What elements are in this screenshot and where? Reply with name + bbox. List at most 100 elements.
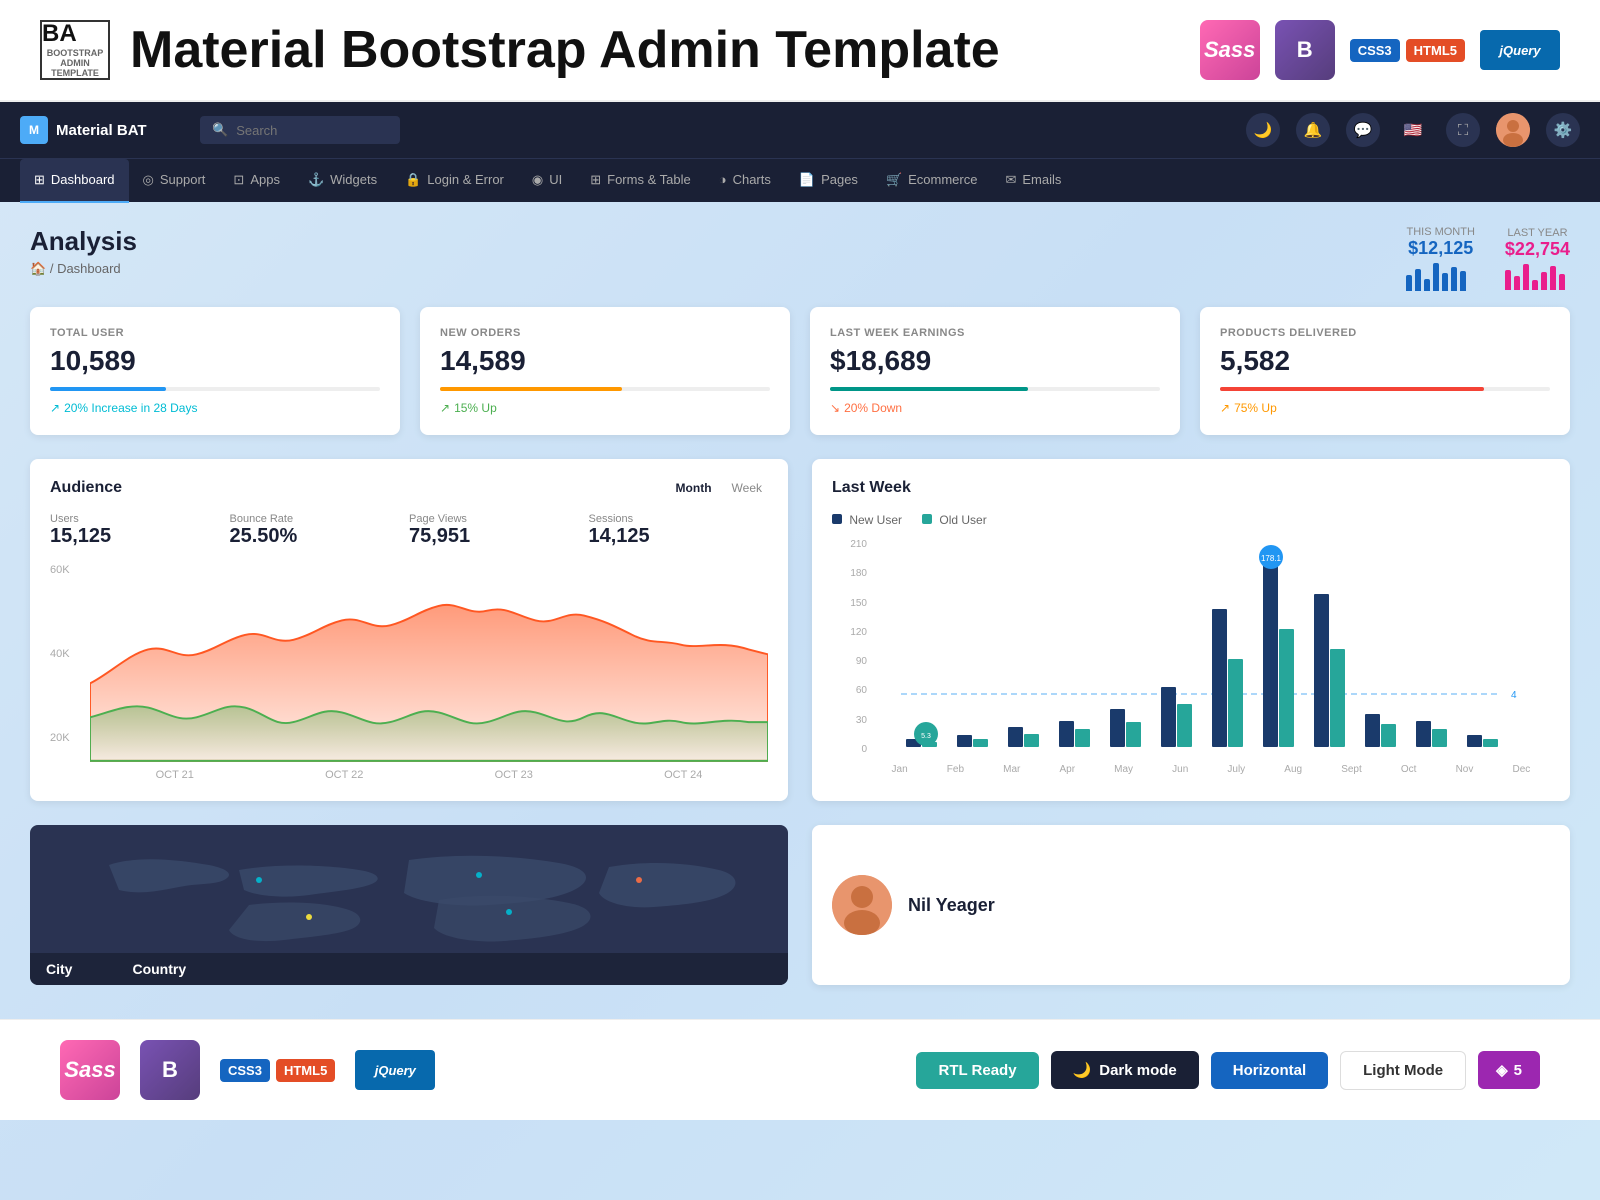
analysis-header: Analysis 🏠 / Dashboard THIS MONTH $12,12…	[30, 226, 1570, 291]
css-html-badges: CSS3 HTML5	[1350, 39, 1465, 62]
this-month-stat: THIS MONTH $12,125	[1406, 226, 1474, 291]
progress-bar-0	[50, 387, 166, 391]
emails-icon: ✉	[1005, 172, 1016, 188]
tab-charts[interactable]: ◑ Charts	[705, 159, 785, 203]
stat-card-label-0: TOTAL USER	[50, 327, 380, 339]
search-box[interactable]: 🔍	[200, 116, 400, 144]
stat-card-label-1: NEW ORDERS	[440, 327, 770, 339]
stat-card-label-3: PRODUCTS DELIVERED	[1220, 327, 1550, 339]
stat-card-footer-0: ↗ 20% Increase in 28 Days	[50, 401, 380, 415]
tab-dashboard[interactable]: ⊞ Dashboard	[20, 159, 129, 203]
light-mode-button[interactable]: Light Mode	[1340, 1051, 1466, 1090]
logo-subtitle: BOOTSTRAPADMIN TEMPLATE	[42, 48, 108, 78]
period-month-btn[interactable]: Month	[670, 479, 718, 497]
css3-badge: CSS3	[1350, 39, 1400, 62]
tab-login-error[interactable]: 🔒 Login & Error	[391, 159, 518, 203]
moon-icon: 🌙	[1073, 1061, 1092, 1079]
progress-bar-container-1	[440, 387, 770, 391]
footer-sass-logo: Sass	[60, 1040, 120, 1100]
bar-chart-legend: New User Old User	[832, 513, 1550, 527]
audience-chart-title: Audience	[50, 479, 122, 497]
tab-pages[interactable]: 📄 Pages	[785, 159, 872, 203]
user-card-avatar	[832, 875, 892, 935]
tab-apps[interactable]: ⊡ Apps	[219, 159, 294, 203]
layers-icon: ◈	[1496, 1061, 1508, 1079]
breadcrumb-home[interactable]: 🏠	[30, 261, 46, 276]
svg-text:4: 4	[1511, 690, 1517, 701]
settings-icon-btn[interactable]: ⚙️	[1546, 113, 1580, 147]
area-chart-svg	[90, 564, 768, 764]
audience-chart-header: Audience Month Week	[50, 479, 768, 497]
stat-card-footer-2: ↘ 20% Down	[830, 401, 1160, 415]
nav-icons: 🌙 🔔 💬 🇺🇸 ⛶ ⚙️	[1246, 113, 1580, 147]
stat-card-label-2: LAST WEEK EARNINGS	[830, 327, 1160, 339]
stat-card-footer-1: ↗ 15% Up	[440, 401, 770, 415]
stat-card-value-2: $18,689	[830, 345, 1160, 377]
tab-support[interactable]: ◎ Support	[129, 159, 220, 203]
last-year-value: $22,754	[1505, 239, 1570, 260]
tab-ecommerce[interactable]: 🛒 Ecommerce	[872, 159, 992, 203]
this-month-mini-bars	[1406, 263, 1474, 291]
progress-bar-1	[440, 387, 622, 391]
progress-bar-3	[1220, 387, 1484, 391]
chat-icon-btn[interactable]: 💬	[1346, 113, 1380, 147]
jquery-logo: jQuery	[1480, 30, 1560, 70]
dark-mode-button[interactable]: 🌙 Dark mode	[1051, 1051, 1199, 1089]
period-week-btn[interactable]: Week	[726, 479, 768, 497]
last-year-stat: LAST YEAR $22,754	[1505, 227, 1570, 290]
footer-css3-badge: CSS3	[220, 1059, 270, 1082]
promo-title: Material Bootstrap Admin Template	[130, 20, 1200, 80]
footer-jquery-logo: jQuery	[355, 1050, 435, 1090]
user-avatar[interactable]	[1496, 113, 1530, 147]
metric-sessions: Sessions 14,125	[589, 513, 769, 548]
nav-tabs-bar: ⊞ Dashboard ◎ Support ⊡ Apps ⚓ Widgets 🔒…	[0, 158, 1600, 202]
user-card-name: Nil Yeager	[908, 895, 995, 916]
nav-brand[interactable]: M Material BAT	[20, 116, 180, 144]
brand-name: Material BAT	[56, 122, 147, 139]
map-col-country: Country	[132, 961, 186, 977]
this-month-value: $12,125	[1406, 238, 1474, 259]
footer-badges: RTL Ready 🌙 Dark mode Horizontal Light M…	[916, 1051, 1540, 1090]
x-axis-labels: OCT 21 OCT 22 OCT 23 OCT 24	[90, 769, 768, 781]
y-label-60k: 60K	[50, 564, 70, 576]
moon-icon-btn[interactable]: 🌙	[1246, 113, 1280, 147]
main-content: Analysis 🏠 / Dashboard THIS MONTH $12,12…	[0, 202, 1600, 1009]
bottom-section: City Country Nil Yeager	[30, 825, 1570, 985]
period-buttons: Month Week	[670, 479, 768, 497]
ui-icon: ◉	[532, 172, 543, 188]
stat-card-value-3: 5,582	[1220, 345, 1550, 377]
audience-chart-card: Audience Month Week Users 15,125 Bounce …	[30, 459, 788, 801]
tab-forms-table[interactable]: ⊞ Forms & Table	[576, 159, 704, 203]
bar-x-axis: Jan Feb Mar Apr May Jun July Aug Sept Oc…	[872, 764, 1550, 775]
tab-ui[interactable]: ◉ UI	[518, 159, 576, 203]
bar-y-axis: 210 180 150 120 90 60 30 0	[832, 539, 867, 755]
charts-section: Audience Month Week Users 15,125 Bounce …	[30, 459, 1570, 801]
search-input[interactable]	[236, 123, 386, 138]
navbar: M Material BAT 🔍 🌙 🔔 💬 🇺🇸 ⛶ ⚙️	[0, 102, 1600, 158]
login-icon: 🔒	[405, 172, 421, 188]
tab-widgets[interactable]: ⚓ Widgets	[294, 159, 391, 203]
rtl-ready-button[interactable]: RTL Ready	[916, 1052, 1038, 1089]
area-chart-wrapper: 60K 40K 20K	[50, 564, 768, 781]
bootstrap-logo: B	[1275, 20, 1335, 80]
brand-logo: BA BOOTSTRAPADMIN TEMPLATE	[40, 20, 110, 80]
widgets-icon: ⚓	[308, 172, 324, 188]
fullscreen-icon-btn[interactable]: ⛶	[1446, 113, 1480, 147]
pages-icon: 📄	[799, 172, 815, 188]
footer-tech-badges: CSS3 HTML5	[220, 1059, 335, 1082]
map-card: City Country	[30, 825, 788, 985]
ecommerce-icon: 🛒	[886, 172, 902, 188]
horizontal-button[interactable]: Horizontal	[1211, 1052, 1328, 1089]
metric-bounce-rate: Bounce Rate 25.50%	[230, 513, 410, 548]
bell-icon-btn[interactable]: 🔔	[1296, 113, 1330, 147]
forms-icon: ⊞	[590, 172, 601, 188]
flag-icon-btn[interactable]: 🇺🇸	[1396, 113, 1430, 147]
tech-logos: Sass B CSS3 HTML5 jQuery	[1200, 20, 1560, 80]
number-badge[interactable]: ◈ 5	[1478, 1051, 1540, 1089]
map-footer: City Country	[30, 953, 788, 985]
tab-emails[interactable]: ✉ Emails	[991, 159, 1075, 203]
metric-users: Users 15,125	[50, 513, 230, 548]
map-col-city: City	[46, 961, 72, 977]
header-stats: THIS MONTH $12,125 LAST YEAR $22,754	[1406, 226, 1570, 291]
bar-chart-svg: 4	[872, 539, 1550, 759]
